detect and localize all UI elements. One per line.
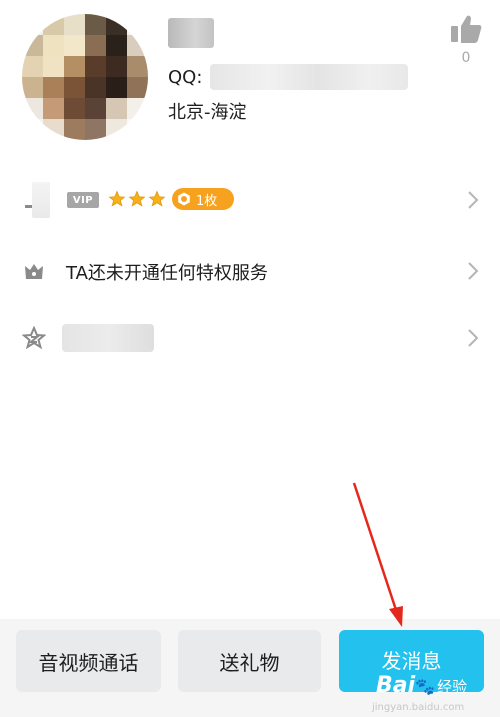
star-icon <box>108 190 126 207</box>
avatar-pixel <box>127 119 148 140</box>
avatar-pixel <box>64 98 85 119</box>
coin-icon <box>178 192 190 206</box>
avatar-pixel <box>85 98 106 119</box>
avatar-pixel <box>43 119 64 140</box>
avatar[interactable] <box>22 14 148 140</box>
avatar-pixel <box>22 119 43 140</box>
avatar-pixel <box>106 56 127 77</box>
avatar-pixel <box>43 14 64 35</box>
qq-number-redacted <box>210 64 409 90</box>
chevron-right-icon <box>468 329 479 347</box>
star-icon <box>148 190 166 207</box>
coin-badge: 1枚 <box>172 188 234 210</box>
avatar-pixel <box>85 77 106 98</box>
avatar-pixel <box>85 35 106 56</box>
avatar-pixel <box>64 56 85 77</box>
avatar-pixel <box>106 14 127 35</box>
avatar-pixel <box>22 56 43 77</box>
location-text: 北京-海淀 <box>168 102 247 123</box>
avatar-pixel <box>64 35 85 56</box>
star-icon <box>128 190 146 207</box>
avatar-pixel <box>43 56 64 77</box>
chevron-right-icon <box>468 191 479 209</box>
like-count: 0 <box>461 50 471 66</box>
send-gift-button[interactable]: 送礼物 <box>178 630 321 692</box>
avatar-pixel <box>127 56 148 77</box>
qq-label: QQ: <box>168 66 203 88</box>
watermark-url: jingyan.baidu.com <box>372 702 465 713</box>
vip-badge: VIP <box>67 192 99 208</box>
coin-count: 1枚 <box>196 193 218 209</box>
like-button[interactable]: 0 <box>449 14 483 66</box>
avatar-pixel <box>22 14 43 35</box>
paw-icon: 🐾 <box>415 677 436 696</box>
watermark-logo: Bai <box>376 673 416 698</box>
avatar-pixel <box>127 14 148 35</box>
vip-stars <box>108 190 166 208</box>
qzone-star-icon <box>22 326 46 350</box>
baidu-watermark: Bai 🐾 经验 <box>376 673 467 698</box>
avatar-pixel <box>106 119 127 140</box>
qq-number-row: QQ: <box>168 64 409 90</box>
qzone-name-redacted <box>62 324 154 352</box>
avatar-pixel <box>106 77 127 98</box>
avatar-pixel <box>64 119 85 140</box>
avatar-pixel <box>43 98 64 119</box>
avatar-pixel <box>127 77 148 98</box>
crown-icon <box>25 264 43 279</box>
avatar-pixel <box>127 35 148 56</box>
avatar-pixel <box>106 98 127 119</box>
nickname-redacted <box>168 18 214 48</box>
chevron-right-icon <box>468 262 479 280</box>
avatar-pixel <box>127 98 148 119</box>
avatar-pixel <box>64 77 85 98</box>
avatar-pixel <box>85 119 106 140</box>
thumbs-up-icon <box>451 15 482 43</box>
watermark-suffix: 经验 <box>437 678 468 696</box>
avatar-pixel <box>22 77 43 98</box>
avatar-pixel <box>43 35 64 56</box>
avatar-pixel <box>22 98 43 119</box>
avatar-pixel <box>43 77 64 98</box>
avatar-pixel <box>64 14 85 35</box>
privilege-text: TA还未开通任何特权服务 <box>66 263 268 284</box>
avatar-pixel <box>85 14 106 35</box>
level-redacted <box>32 182 50 218</box>
avatar-pixel <box>85 56 106 77</box>
av-call-button[interactable]: 音视频通话 <box>16 630 161 692</box>
avatar-pixel <box>106 35 127 56</box>
avatar-pixel <box>22 35 43 56</box>
